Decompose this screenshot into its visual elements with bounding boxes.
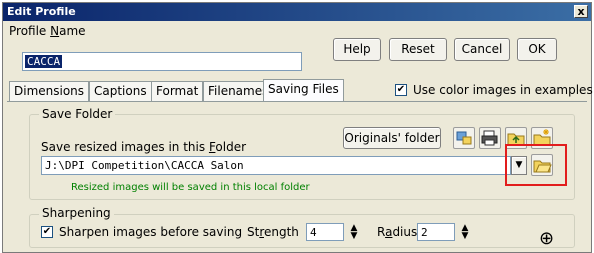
originals-folder-button[interactable]: Originals' folder <box>343 127 441 149</box>
radius-spinner[interactable]: ▲ ▼ <box>458 224 472 241</box>
use-color-images-label: Use color images in examples <box>413 83 593 97</box>
spin-down-icon[interactable]: ▼ <box>458 232 472 241</box>
save-folder-note: Resized images will be saved in this loc… <box>71 182 310 193</box>
strength-value: 4 <box>310 226 317 239</box>
radius-label: Radius <box>377 225 418 239</box>
tab-saving-files[interactable]: Saving Files <box>263 79 344 102</box>
highlight-box <box>505 144 567 186</box>
strength-label: Strength <box>247 225 299 239</box>
tab-format[interactable]: Format <box>151 81 204 101</box>
strength-spinner[interactable]: ▲ ▼ <box>347 224 361 241</box>
check-icon: ✔ <box>396 84 406 95</box>
save-folder-path-combobox[interactable]: J:\DPI Competition\CACCA Salon <box>41 156 511 175</box>
reset-button[interactable]: Reset <box>389 38 447 61</box>
close-icon: x <box>577 5 585 18</box>
tab-panel: Save Folder Save resized images in this … <box>7 101 587 251</box>
check-icon: ✔ <box>42 226 52 237</box>
window-title: Edit Profile <box>7 5 76 18</box>
profile-name-input[interactable]: CACCA <box>22 52 302 71</box>
close-button[interactable]: x <box>574 5 588 18</box>
ok-button[interactable]: OK <box>517 38 557 61</box>
strength-input[interactable]: 4 <box>306 223 344 241</box>
crosshair-cursor-icon: ⊕ <box>539 228 555 249</box>
help-button[interactable]: Help <box>333 38 381 61</box>
print-icon[interactable] <box>479 127 501 149</box>
tab-captions[interactable]: Captions <box>89 81 152 101</box>
sharpening-legend: Sharpening <box>39 206 114 220</box>
spin-down-icon[interactable]: ▼ <box>347 232 361 241</box>
cancel-button[interactable]: Cancel <box>454 38 510 61</box>
use-color-images-checkbox[interactable]: ✔ <box>395 84 407 96</box>
radius-value: 2 <box>421 226 428 239</box>
edit-profile-dialog: Edit Profile x Profile Name CACCA Help R… <box>2 2 593 253</box>
tab-dimensions[interactable]: Dimensions <box>9 81 90 101</box>
save-folder-label: Save resized images in this Folder <box>41 140 247 154</box>
network-folder-icon[interactable] <box>453 127 475 149</box>
sharpen-checkbox[interactable]: ✔ <box>41 226 53 238</box>
sharpen-checkbox-label: Sharpen images before saving <box>59 225 243 239</box>
profile-name-label: Profile Name <box>9 24 86 38</box>
save-folder-path-value: J:\DPI Competition\CACCA Salon <box>45 159 244 172</box>
radius-input[interactable]: 2 <box>417 223 455 241</box>
profile-name-value: CACCA <box>25 55 63 68</box>
save-folder-legend: Save Folder <box>39 107 116 121</box>
title-bar[interactable]: Edit Profile <box>3 3 591 21</box>
